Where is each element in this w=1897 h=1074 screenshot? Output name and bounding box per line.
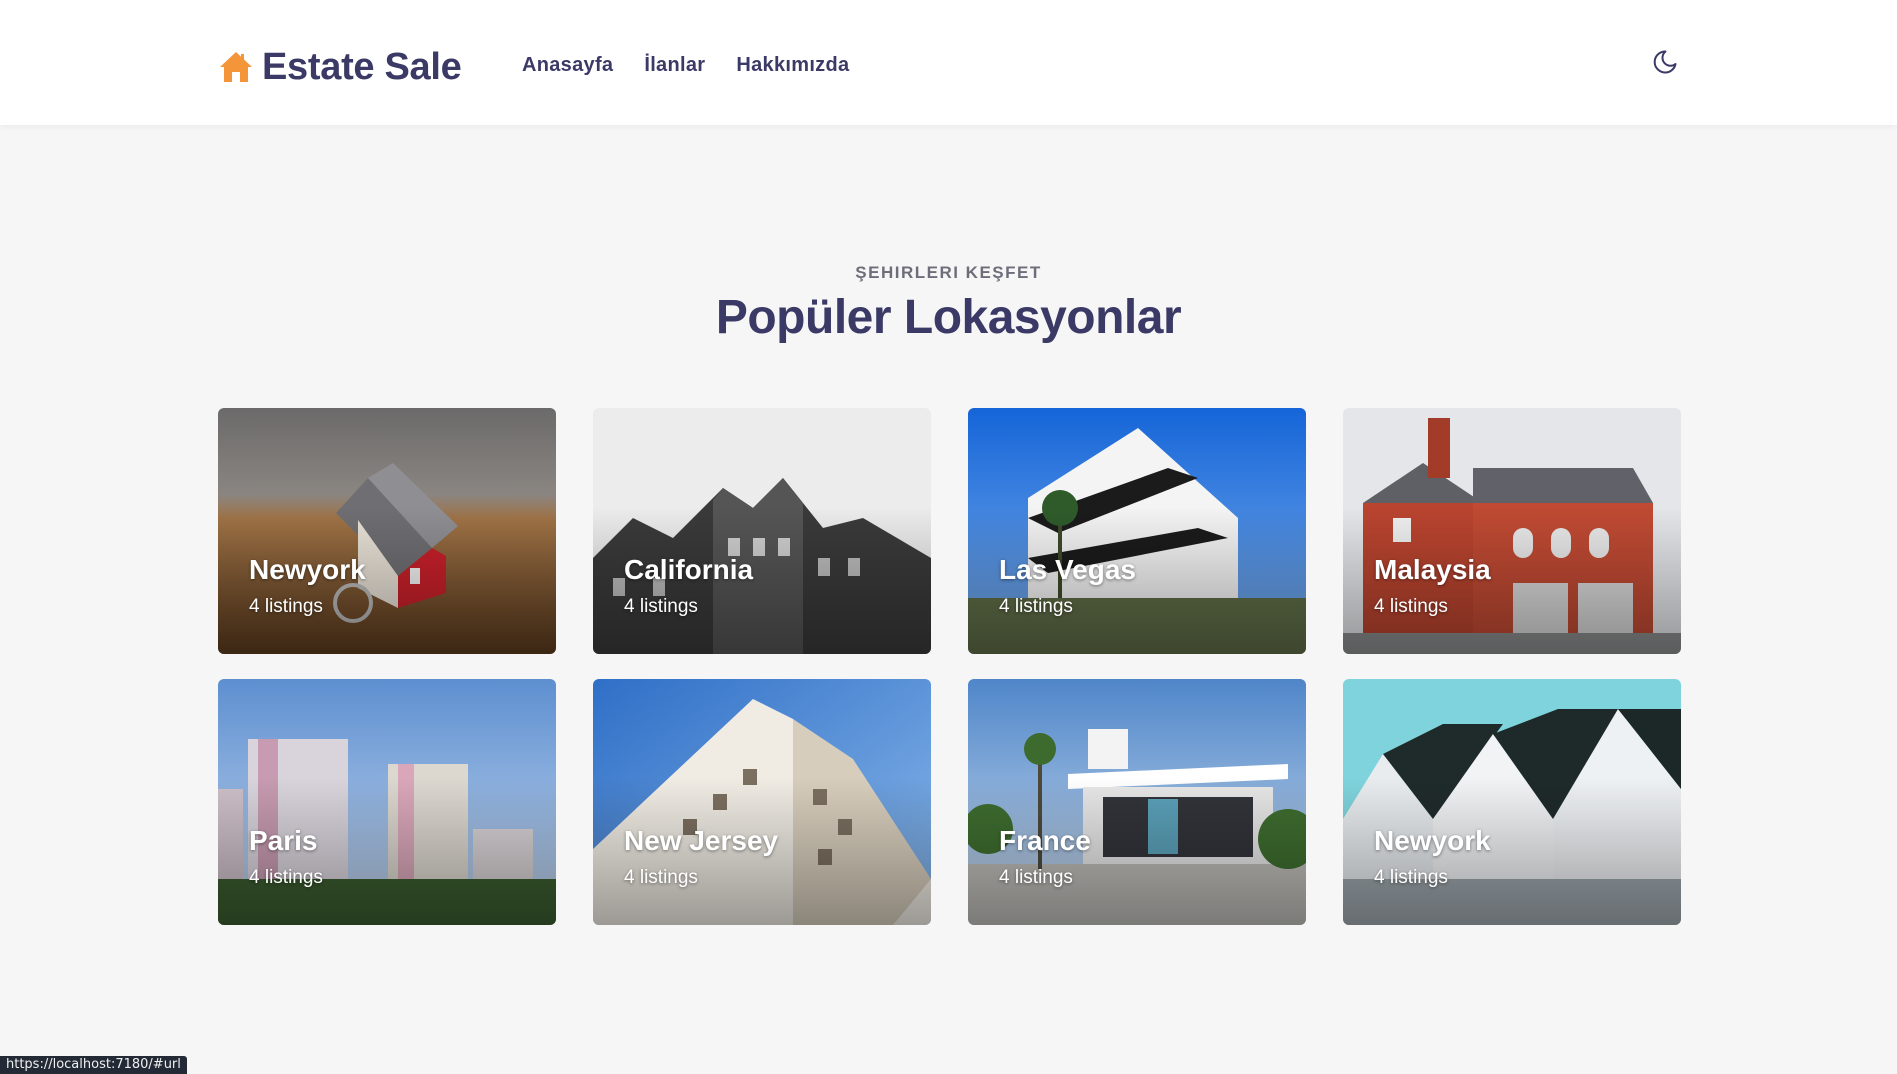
card-listings-count: 4 listings bbox=[624, 867, 698, 888]
card-listings-count: 4 listings bbox=[249, 867, 323, 888]
section-title: Popüler Lokasyonlar bbox=[715, 291, 1182, 344]
card-city: Las Vegas bbox=[999, 554, 1136, 585]
nav-item-listings[interactable]: İlanlar bbox=[644, 54, 705, 77]
card-listings-count: 4 listings bbox=[624, 596, 698, 617]
status-bar-url: https://localhost:7180/#url bbox=[0, 1056, 187, 1074]
theme-toggle-button[interactable] bbox=[1650, 47, 1680, 77]
locations-grid: Newyork 4 listings California 4 listings bbox=[218, 408, 1681, 925]
brand-logo-link[interactable]: Estate Sale bbox=[218, 44, 462, 90]
card-city: Newyork bbox=[1374, 825, 1491, 856]
location-card[interactable]: California 4 listings bbox=[593, 408, 931, 654]
nav-item-home[interactable]: Anasayfa bbox=[522, 54, 613, 77]
location-card[interactable]: Las Vegas 4 listings bbox=[968, 408, 1306, 654]
card-city: New Jersey bbox=[624, 825, 779, 856]
location-card[interactable]: Malaysia 4 listings bbox=[1343, 408, 1681, 654]
moon-icon bbox=[1653, 50, 1677, 74]
card-listings-count: 4 listings bbox=[999, 596, 1073, 617]
card-listings-count: 4 listings bbox=[999, 867, 1073, 888]
site-header: Estate Sale Anasayfa İlanlar Hakkımızda bbox=[0, 0, 1897, 125]
card-listings-count: 4 listings bbox=[1374, 867, 1448, 888]
card-city: California bbox=[624, 554, 754, 585]
card-city: Paris bbox=[249, 825, 318, 856]
brand-name: Estate Sale bbox=[262, 45, 462, 88]
home-icon bbox=[220, 52, 252, 82]
card-city: Newyork bbox=[249, 554, 366, 585]
location-card[interactable]: France 4 listings bbox=[968, 679, 1306, 925]
nav-item-about[interactable]: Hakkımızda bbox=[736, 54, 849, 77]
card-city: France bbox=[999, 825, 1091, 856]
card-listings-count: 4 listings bbox=[249, 596, 323, 617]
card-city: Malaysia bbox=[1374, 554, 1491, 585]
card-listings-count: 4 listings bbox=[1374, 596, 1448, 617]
location-card[interactable]: Newyork 4 listings bbox=[218, 408, 556, 654]
main-nav: Anasayfa İlanlar Hakkımızda bbox=[522, 54, 849, 77]
location-card[interactable]: Paris 4 listings bbox=[218, 679, 556, 925]
section-eyebrow: ŞEHIRLERI KEŞFET bbox=[855, 263, 1042, 282]
location-card[interactable]: New Jersey 4 listings bbox=[593, 679, 931, 925]
location-card[interactable]: Newyork 4 listings bbox=[1343, 679, 1681, 925]
